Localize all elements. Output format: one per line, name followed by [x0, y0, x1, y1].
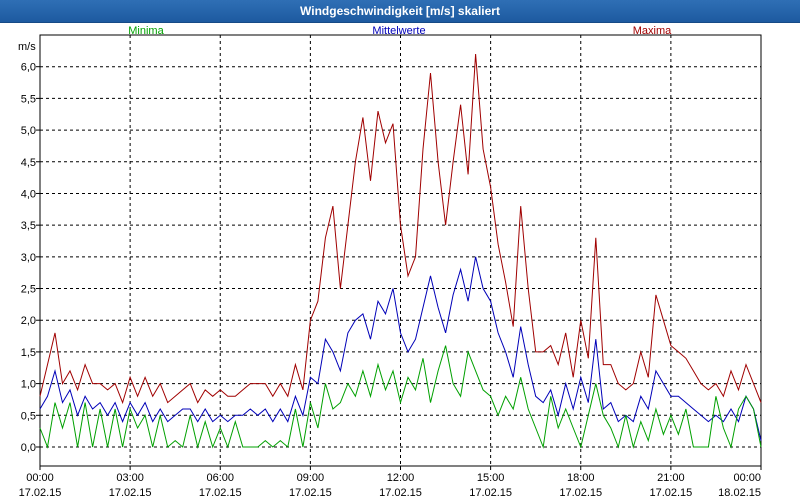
x-tick-date: 17.02.15: [379, 487, 422, 499]
y-tick-label: 0,5: [21, 410, 36, 422]
y-tick-label: 1,0: [21, 379, 36, 391]
legend-mittelwerte: Mittelwerte: [372, 25, 425, 37]
y-tick-labels: 0,0 0,5 1,0 1,5 2,0 2,5 3,0 3,5 4,0 4,5 5,0 5,5 6,0: [21, 62, 36, 454]
x-tick-time: 12:00: [387, 472, 415, 484]
x-tick-date: 17.02.15: [649, 487, 692, 499]
chart-area: m/s Minima Mittelwerte Maxima 0,0 0,5 1,0 1…: [18, 25, 762, 499]
y-tick-label: 3,0: [21, 252, 36, 264]
x-tick-time: 06:00: [206, 472, 234, 484]
y-tick-label: 4,5: [21, 157, 36, 169]
x-tick-labels: 00:00 17.02.15 03:00 17.02.15 06:00 17.02.15 0…: [19, 472, 761, 499]
y-tick-label: 5,0: [21, 125, 36, 137]
x-tick-time: 18:00: [567, 472, 595, 484]
x-tick-time: 15:00: [477, 472, 505, 484]
y-tick-label: 1,5: [21, 347, 36, 359]
chart-window: Windgeschwindigkeit [m/s] skaliert m/s M…: [0, 0, 800, 500]
legend-minima: Minima: [128, 25, 164, 37]
y-tick-label: 6,0: [21, 62, 36, 74]
window-title: Windgeschwindigkeit [m/s] skaliert: [0, 0, 800, 23]
y-tick-label: 0,0: [21, 442, 36, 454]
x-tick-date: 17.02.15: [469, 487, 512, 499]
legend-maxima: Maxima: [633, 25, 672, 37]
x-tick-time: 03:00: [116, 472, 144, 484]
y-tick-label: 3,5: [21, 220, 36, 232]
x-tick-date: 17.02.15: [109, 487, 152, 499]
y-axis-unit: m/s: [18, 41, 36, 53]
x-tick-date: 17.02.15: [199, 487, 242, 499]
x-tick-time: 09:00: [297, 472, 325, 484]
y-tick-label: 5,5: [21, 93, 36, 105]
x-tick-date: 17.02.15: [19, 487, 62, 499]
x-tick-date: 17.02.15: [559, 487, 602, 499]
x-tick-date: 17.02.15: [289, 487, 332, 499]
y-tick-label: 2,5: [21, 284, 36, 296]
x-tick-time: 00:00: [733, 472, 761, 484]
y-tick-label: 2,0: [21, 315, 36, 327]
y-tick-label: 4,0: [21, 188, 36, 200]
x-tick-time: 00:00: [26, 472, 54, 484]
x-tick-date: 18.02.15: [718, 487, 761, 499]
x-tick-time: 21:00: [657, 472, 685, 484]
